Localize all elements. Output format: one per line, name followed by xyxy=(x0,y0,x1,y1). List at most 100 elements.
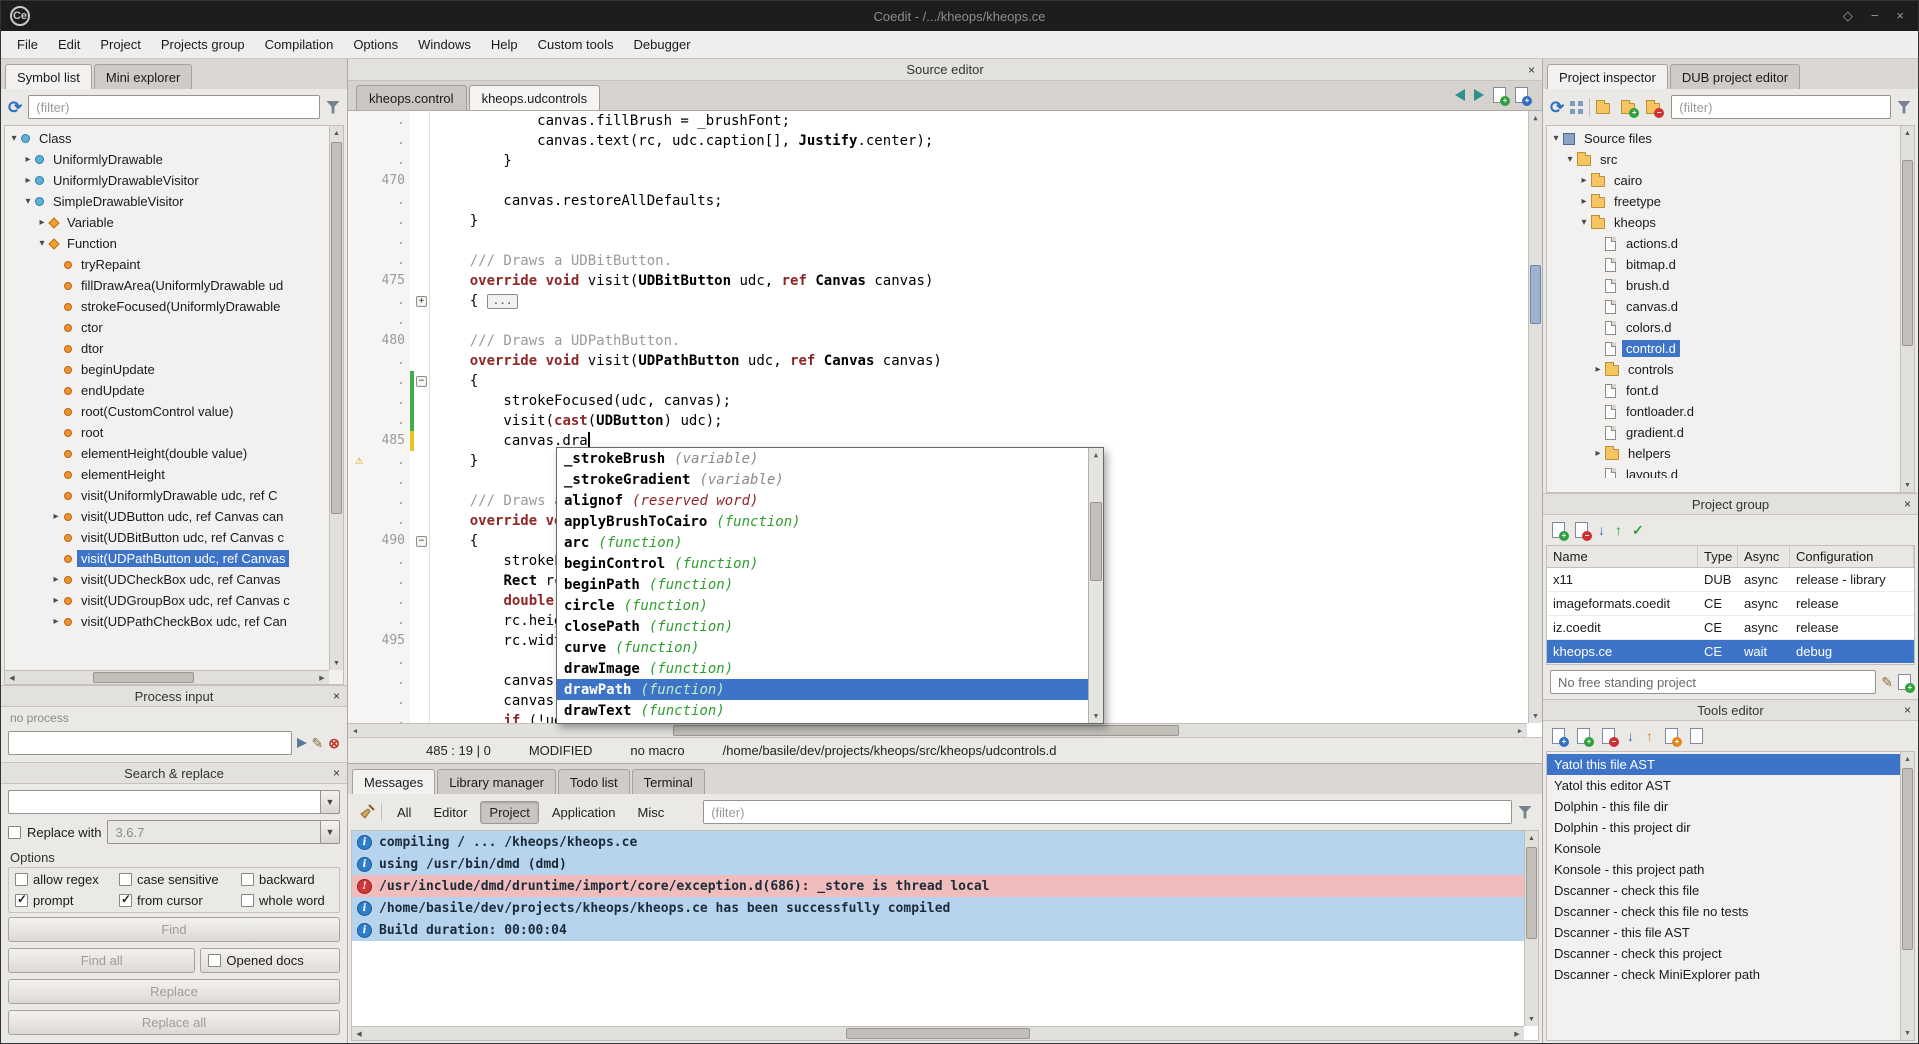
tab-terminal[interactable]: Terminal xyxy=(632,769,705,794)
column-header-configuration[interactable]: Configuration xyxy=(1790,546,1914,567)
menu-debugger[interactable]: Debugger xyxy=(624,32,701,57)
file-tree-item[interactable]: ▾kheops xyxy=(1547,212,1900,233)
symbol-tree-item[interactable]: dtor xyxy=(5,338,329,359)
file-tree-item[interactable]: colors.d xyxy=(1547,317,1900,338)
symbol-tree-item[interactable]: visit(UDPathButton udc, ref Canvas xyxy=(5,548,329,569)
menu-help[interactable]: Help xyxy=(481,32,528,57)
move-tool-down-icon[interactable]: ↓ xyxy=(1627,729,1634,743)
symbol-tree-item[interactable]: beginUpdate xyxy=(5,359,329,380)
tab-mini-explorer[interactable]: Mini explorer xyxy=(94,64,192,89)
add-folder-icon[interactable]: + xyxy=(1621,103,1635,114)
project-row-iz-coedit[interactable]: iz.coeditCEasyncrelease xyxy=(1547,616,1914,640)
window-close-button[interactable]: × xyxy=(1896,8,1904,24)
file-tree-item[interactable]: gradient.d xyxy=(1547,422,1900,443)
tool-item-konsole[interactable]: Konsole xyxy=(1547,838,1900,859)
symbol-tree-item[interactable]: root xyxy=(5,422,329,443)
replace-all-button[interactable]: Replace all xyxy=(8,1010,340,1035)
code-editor[interactable]: . canvas.fillBrush = _brushFont;. canvas… xyxy=(348,111,1542,737)
completion-item[interactable]: drawText(function) xyxy=(557,700,1088,721)
close-process-input-icon[interactable]: × xyxy=(333,689,340,703)
file-tree-item[interactable]: bitmap.d xyxy=(1547,254,1900,275)
completion-item[interactable]: drawImage(function) xyxy=(557,658,1088,679)
project-row-x11[interactable]: x11DUBasyncrelease - library xyxy=(1547,568,1914,592)
add-tool-icon[interactable]: + xyxy=(1552,728,1565,744)
file-tree-item[interactable]: layouts.d xyxy=(1547,464,1900,478)
filter-editor-button[interactable]: Editor xyxy=(424,801,476,824)
menu-custom-tools[interactable]: Custom tools xyxy=(528,32,624,57)
symbol-tree-item[interactable]: ▸visit(UDPathCheckBox udc, ref Can xyxy=(5,611,329,632)
symbol-tree-item[interactable]: ▾Class xyxy=(5,128,329,149)
tools-vscrollbar[interactable]: ▲▼ xyxy=(1900,752,1914,1040)
code-line[interactable]: . /// Draws a UDBitButton. xyxy=(348,251,1527,271)
checkbox-allow-regex[interactable]: allow regex xyxy=(15,872,119,887)
completion-item[interactable]: closePath(function) xyxy=(557,616,1088,637)
file-tree-item[interactable]: brush.d xyxy=(1547,275,1900,296)
tab-messages[interactable]: Messages xyxy=(352,769,435,794)
clear-messages-icon[interactable] xyxy=(358,804,375,821)
completion-item[interactable]: arc(function) xyxy=(557,532,1088,553)
file-tree-item[interactable]: ▾Source files xyxy=(1547,128,1900,149)
editor-vscrollbar[interactable]: ▲▼ xyxy=(1528,111,1542,723)
code-line[interactable]: 475 override void visit(UDBitButton udc,… xyxy=(348,271,1527,291)
add-document-icon[interactable]: + xyxy=(1515,87,1528,103)
tool-item-dscanner-check-this-project[interactable]: Dscanner - check this project xyxy=(1547,943,1900,964)
add-project-icon[interactable]: + xyxy=(1552,522,1565,538)
code-line[interactable]: . xyxy=(348,311,1527,331)
symbol-tree-item[interactable]: root(CustomControl value) xyxy=(5,401,329,422)
project-row-imageformats-coedit[interactable]: imageformats.coeditCEasyncrelease xyxy=(1547,592,1914,616)
symbol-tree-item[interactable]: tryRepaint xyxy=(5,254,329,275)
code-line[interactable]: .+ { ... xyxy=(348,291,1527,311)
refresh-symbols-icon[interactable]: ⟳ xyxy=(8,99,22,116)
edit-free-standing-icon[interactable]: ✎ xyxy=(1881,675,1893,689)
filter-misc-button[interactable]: Misc xyxy=(629,801,674,824)
completion-item[interactable]: curve(function) xyxy=(557,637,1088,658)
symbol-tree-item[interactable]: elementHeight xyxy=(5,464,329,485)
code-line[interactable]: .− { xyxy=(348,371,1527,391)
file-tree-item[interactable]: actions.d xyxy=(1547,233,1900,254)
tab-dub-project-editor[interactable]: DUB project editor xyxy=(1670,64,1800,89)
symbol-tree-item[interactable]: ▸Variable xyxy=(5,212,329,233)
tree-layout-icon[interactable] xyxy=(1570,101,1583,114)
tool-item-dscanner-this-file-ast[interactable]: Dscanner - this file AST xyxy=(1547,922,1900,943)
file-tree-item[interactable]: ▸helpers xyxy=(1547,443,1900,464)
message-row[interactable]: i/home/basile/dev/projects/kheops/kheops… xyxy=(352,897,1524,919)
file-tree-item[interactable]: control.d xyxy=(1547,338,1900,359)
tool-item-dscanner-check-miniexplorer-path[interactable]: Dscanner - check MiniExplorer path xyxy=(1547,964,1900,985)
tool-item-dscanner-check-this-file[interactable]: Dscanner - check this file xyxy=(1547,880,1900,901)
menu-file[interactable]: File xyxy=(7,32,48,57)
symbol-tree-vscrollbar[interactable]: ▲▼ xyxy=(329,126,343,670)
tool-item-dolphin-this-file-dir[interactable]: Dolphin - this file dir xyxy=(1547,796,1900,817)
move-project-down-icon[interactable]: ↓ xyxy=(1598,523,1605,537)
symbol-tree-item[interactable]: fillDrawArea(UniformlyDrawable ud xyxy=(5,275,329,296)
file-tree-item[interactable]: font.d xyxy=(1547,380,1900,401)
close-project-group-icon[interactable]: × xyxy=(1904,497,1911,511)
completion-item[interactable]: _strokeGradient(variable) xyxy=(557,469,1088,490)
replace-button[interactable]: Replace xyxy=(8,979,340,1004)
file-tree-item[interactable]: ▸cairo xyxy=(1547,170,1900,191)
folded-block[interactable]: ... xyxy=(487,294,519,309)
replace-with-checkbox[interactable] xyxy=(8,826,21,839)
replace-dropdown-icon[interactable]: ▼ xyxy=(320,820,340,844)
code-line[interactable]: . canvas.fillBrush = _brushFont; xyxy=(348,111,1527,131)
symbol-tree-item[interactable]: ▸UniformlyDrawable xyxy=(5,149,329,170)
symbol-tree-item[interactable]: endUpdate xyxy=(5,380,329,401)
send-input-icon[interactable] xyxy=(297,738,307,748)
checkbox-case-sensitive[interactable]: case sensitive xyxy=(119,872,241,887)
file-tree-item[interactable]: canvas.d xyxy=(1547,296,1900,317)
opened-docs-checkbox[interactable]: Opened docs xyxy=(200,948,340,973)
menu-options[interactable]: Options xyxy=(343,32,408,57)
menu-compilation[interactable]: Compilation xyxy=(255,32,344,57)
tab-symbol-list[interactable]: Symbol list xyxy=(5,64,92,89)
completion-item[interactable]: alignof(reserved word) xyxy=(557,490,1088,511)
tab-library-manager[interactable]: Library manager xyxy=(437,769,556,794)
filter-project-button[interactable]: Project xyxy=(480,801,538,824)
tool-item-yatol-this-editor-ast[interactable]: Yatol this editor AST xyxy=(1547,775,1900,796)
column-header-name[interactable]: Name xyxy=(1547,546,1698,567)
column-header-async[interactable]: Async xyxy=(1738,546,1790,567)
completion-item[interactable]: drawPath(function) xyxy=(557,679,1088,700)
remove-tool-icon[interactable]: − xyxy=(1602,728,1615,744)
tool-item-dscanner-check-this-file-no-tests[interactable]: Dscanner - check this file no tests xyxy=(1547,901,1900,922)
symbol-tree-item[interactable]: ▸visit(UDButton udc, ref Canvas can xyxy=(5,506,329,527)
message-row[interactable]: iBuild duration: 00:00:04 xyxy=(352,919,1524,941)
fold-marker-icon[interactable]: + xyxy=(416,296,427,307)
